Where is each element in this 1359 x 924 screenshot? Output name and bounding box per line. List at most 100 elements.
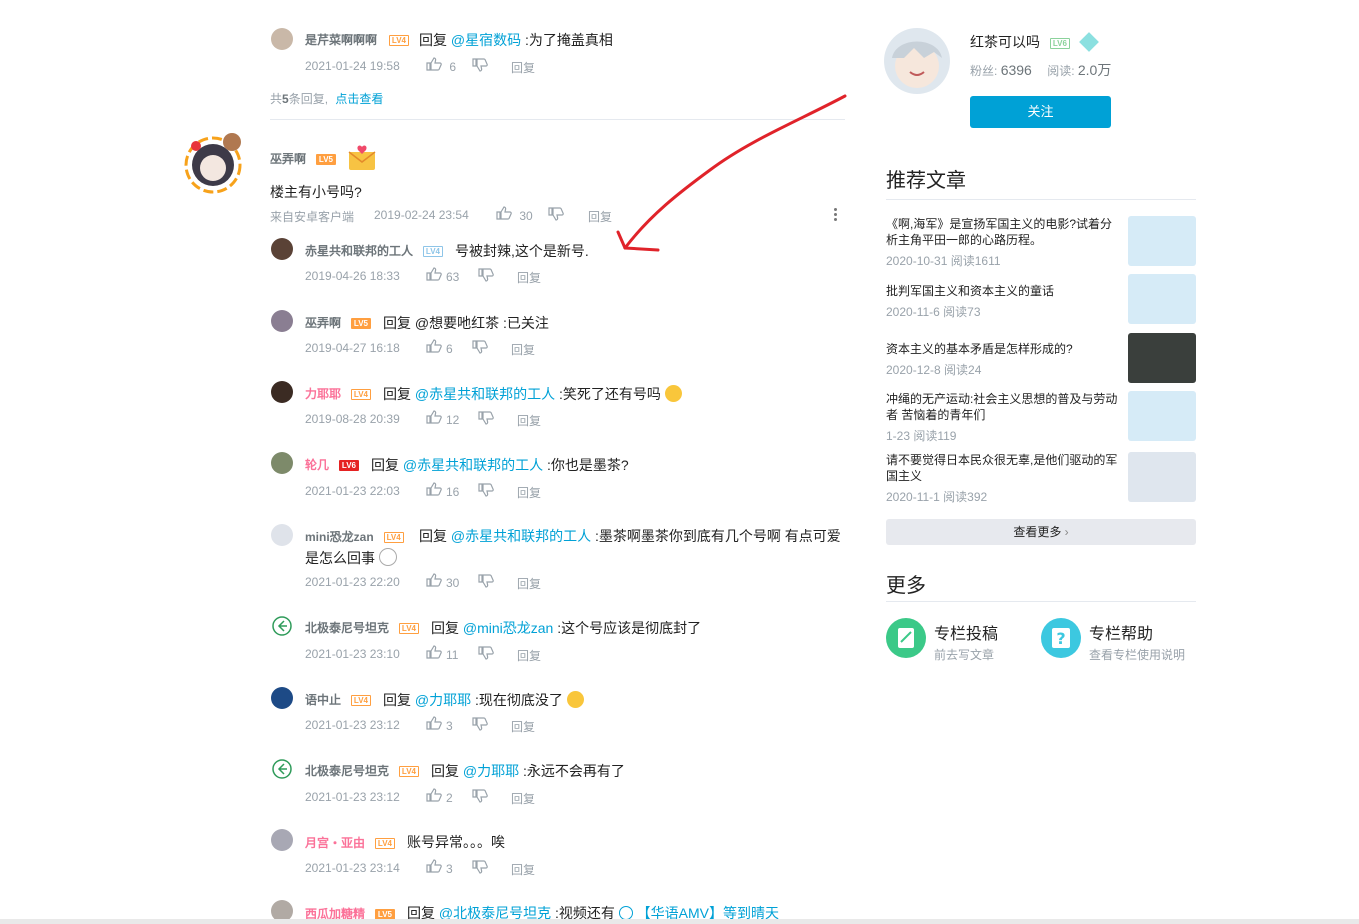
username[interactable]: 月宫・亚由 xyxy=(305,836,365,850)
help-link[interactable]: 专栏帮助 查看专栏使用说明 xyxy=(1089,620,1185,663)
like-button[interactable]: 11 xyxy=(426,645,458,662)
level-badge: LV4 xyxy=(383,531,404,543)
username[interactable]: 力耶耶 xyxy=(305,387,341,401)
level-badge: LV4 xyxy=(398,622,419,634)
mention-link[interactable]: @力耶耶 xyxy=(415,692,471,708)
article-thumbnail[interactable] xyxy=(1128,216,1196,266)
reply-button[interactable]: 回复 xyxy=(511,341,535,358)
author-avatar[interactable] xyxy=(884,28,950,94)
level-badge: LV5 xyxy=(350,317,371,329)
mention-link[interactable]: @赤星共和联邦的工人 xyxy=(415,386,555,402)
thumb-down-icon[interactable] xyxy=(472,717,488,731)
thumb-down-icon[interactable] xyxy=(478,268,494,282)
username[interactable]: 巫弄啊 xyxy=(305,316,341,330)
article-title[interactable]: 资本主义的基本矛盾是怎样形成的? xyxy=(886,341,1118,357)
like-button[interactable]: 2 xyxy=(426,788,453,805)
emoji-icon xyxy=(378,548,397,566)
avatar[interactable] xyxy=(271,615,293,637)
username[interactable]: 语中止 xyxy=(305,693,341,707)
level-badge: LV4 xyxy=(350,694,371,706)
avatar[interactable] xyxy=(271,829,293,851)
username[interactable]: mini恐龙zan xyxy=(305,530,374,544)
like-button[interactable]: 12 xyxy=(426,410,459,427)
reply-button[interactable]: 回复 xyxy=(517,647,541,664)
thumb-down-icon[interactable] xyxy=(478,574,494,588)
recommended-item[interactable]: 资本主义的基本矛盾是怎样形成的? 2020-12-8 阅读24 xyxy=(886,341,1118,378)
divider xyxy=(886,199,1196,200)
recommended-item[interactable]: 《啊,海军》是宣扬军国主义的电影?试着分析主角平田一郎的心路历程。 2020-1… xyxy=(886,216,1118,269)
thumb-down-icon[interactable] xyxy=(472,860,488,874)
avatar[interactable] xyxy=(271,28,293,50)
username[interactable]: 巫弄啊 xyxy=(270,152,306,166)
view-more-button[interactable]: 查看更多 › xyxy=(886,519,1196,545)
recommended-item[interactable]: 批判军国主义和资本主义的童话 2020-11-6 阅读73 xyxy=(886,283,1118,320)
avatar[interactable] xyxy=(271,687,293,709)
submit-article-link[interactable]: 专栏投稿 前去写文章 xyxy=(934,620,998,663)
thumb-down-icon[interactable] xyxy=(478,411,494,425)
article-thumbnail[interactable] xyxy=(1128,452,1196,502)
like-button[interactable]: 63 xyxy=(426,267,459,284)
article-title[interactable]: 请不要觉得日本民众很无辜,是他们驱动的军国主义 xyxy=(886,452,1118,484)
author-stats: 粉丝: 6396 阅读: 2.0万 xyxy=(970,62,1112,78)
article-thumbnail[interactable] xyxy=(1128,333,1196,383)
reply-button[interactable]: 回复 xyxy=(511,861,535,878)
like-button[interactable]: 3 xyxy=(426,716,453,733)
reply-button[interactable]: 回复 xyxy=(517,412,541,429)
article-title[interactable]: 冲绳的无产运动:社会主义思想的普及与劳动者 苦恼着的青年们 xyxy=(886,391,1118,423)
article-thumbnail[interactable] xyxy=(1128,391,1196,441)
submit-article-icon[interactable] xyxy=(886,618,926,658)
like-button[interactable]: 30 xyxy=(426,573,459,590)
like-button[interactable]: 6 xyxy=(426,339,453,356)
level-badge: LV4 xyxy=(422,245,443,257)
thumb-down-icon[interactable] xyxy=(472,340,488,354)
like-button[interactable]: 16 xyxy=(426,482,459,499)
reply-button[interactable]: 回复 xyxy=(517,575,541,592)
username[interactable]: 北极泰尼号坦克 xyxy=(305,621,389,635)
article-title[interactable]: 《啊,海军》是宣扬军国主义的电影?试着分析主角平田一郎的心路历程。 xyxy=(886,216,1118,248)
reads-count: 2.0万 xyxy=(1077,62,1112,78)
help-icon[interactable]: ? xyxy=(1041,618,1081,658)
recommended-item[interactable]: 冲绳的无产运动:社会主义思想的普及与劳动者 苦恼着的青年们 1-23 阅读119 xyxy=(886,391,1118,444)
view-replies-link[interactable]: 点击查看 xyxy=(335,92,383,106)
envelope-heart-icon xyxy=(348,145,376,170)
avatar[interactable] xyxy=(184,132,244,194)
avatar[interactable] xyxy=(271,238,293,260)
reply-button[interactable]: 回复 xyxy=(511,790,535,807)
thumb-down-icon[interactable] xyxy=(472,789,488,803)
like-button[interactable]: 6 xyxy=(426,57,456,74)
reply-button[interactable]: 回复 xyxy=(517,269,541,286)
username[interactable]: 轮几 xyxy=(305,458,329,472)
avatar[interactable] xyxy=(271,381,293,403)
like-button[interactable]: 3 xyxy=(426,859,453,876)
username[interactable]: 赤星共和联邦的工人 xyxy=(305,244,413,258)
username[interactable]: 是芹菜啊啊啊 xyxy=(305,33,377,47)
thumb-down-icon[interactable] xyxy=(472,58,488,72)
horizontal-scrollbar[interactable] xyxy=(0,919,1359,924)
mention-link[interactable]: @赤星共和联邦的工人 xyxy=(451,528,591,544)
thumb-down-icon[interactable] xyxy=(478,483,494,497)
avatar[interactable] xyxy=(271,452,293,474)
author-name[interactable]: 红茶可以吗 xyxy=(970,34,1040,50)
article-thumbnail[interactable] xyxy=(1128,274,1196,324)
reply-button[interactable]: 回复 xyxy=(511,718,535,735)
mention-link[interactable]: @力耶耶 xyxy=(463,763,519,779)
avatar[interactable] xyxy=(271,310,293,332)
like-button[interactable]: 30 xyxy=(496,206,533,223)
reply-header: 赤星共和联邦的工人 LV4 xyxy=(305,242,443,259)
avatar[interactable] xyxy=(271,758,293,780)
article-title[interactable]: 批判军国主义和资本主义的童话 xyxy=(886,283,1118,299)
follow-button[interactable]: 关注 xyxy=(970,96,1111,128)
reply-button[interactable]: 回复 xyxy=(517,484,541,501)
username[interactable]: 北极泰尼号坦克 xyxy=(305,764,389,778)
mention-link[interactable]: @赤星共和联邦的工人 xyxy=(403,457,543,473)
recommended-item[interactable]: 请不要觉得日本民众很无辜,是他们驱动的军国主义 2020-11-1 阅读392 xyxy=(886,452,1118,505)
avatar[interactable] xyxy=(271,524,293,546)
mention-link[interactable]: @想要吔红茶 xyxy=(415,315,499,331)
thumb-down-icon[interactable] xyxy=(548,207,564,221)
mention-link[interactable]: @星宿数码 xyxy=(451,32,521,48)
reply-header: 巫弄啊 LV5 xyxy=(305,314,371,331)
reply-header: 语中止 LV4 xyxy=(305,691,371,708)
reply-button[interactable]: 回复 xyxy=(511,59,535,76)
thumb-down-icon[interactable] xyxy=(478,646,494,660)
mention-link[interactable]: @mini恐龙zan xyxy=(463,620,553,636)
